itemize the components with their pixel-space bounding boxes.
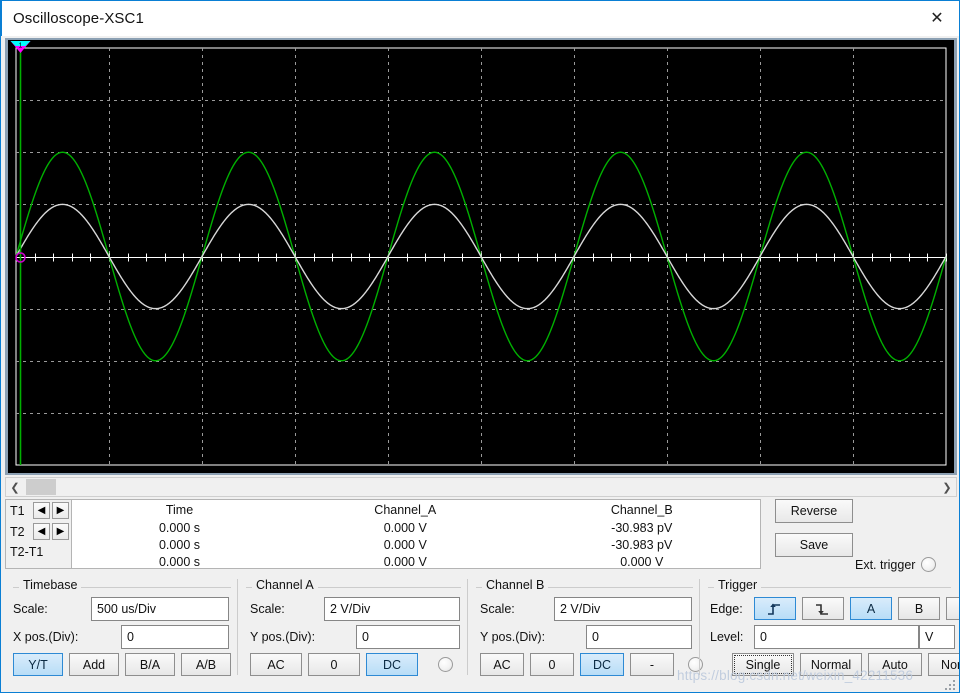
timebase-scale-input[interactable]: 500 us/Div — [91, 597, 229, 621]
column-header-channel-a: Channel_A — [374, 503, 437, 517]
channel-a-coupling-dc[interactable]: DC — [366, 653, 418, 676]
chevron-right-icon[interactable]: ❯ — [938, 478, 956, 496]
ext-trigger-terminal[interactable] — [921, 557, 937, 572]
cell-time: 0.000 s — [158, 537, 200, 552]
channel-b-invert[interactable]: - — [630, 653, 674, 676]
trigger-source-b[interactable]: B — [898, 597, 940, 620]
channel-b-scale-input[interactable]: 2 V/Div — [554, 597, 692, 621]
cursor-t1-label: T1 — [10, 503, 25, 518]
cursor-delta-label: T2-T1 — [10, 545, 44, 559]
cursor-time-controls: T1 ◀ ▶ T2 ◀ ▶ T2-T1 — [5, 499, 71, 569]
scrollbar-track[interactable] — [24, 478, 938, 496]
channel-b-coupling-dc[interactable]: DC — [580, 653, 624, 676]
ext-trigger-label: Ext. trigger — [855, 557, 916, 572]
table-row: 0.000 s 0.000 V -30.983 pV — [72, 519, 760, 536]
timebase-xpos-input[interactable]: 0 — [121, 625, 229, 649]
title-bar: Oscilloscope-XSC1 ✕ — [1, 0, 959, 36]
trigger-mode-auto[interactable]: Auto — [868, 653, 922, 676]
channel-a-panel: Channel A Scale: 2 V/Div Y pos.(Div): 0 … — [237, 578, 467, 676]
column-header-time: Time — [165, 503, 194, 517]
cursor-t2-right-button[interactable]: ▶ — [51, 523, 69, 540]
cursor-readout-area: T1 ◀ ▶ T2 ◀ ▶ T2-T1 Time Channel_A Chann… — [5, 499, 957, 575]
cursor-t2-label: T2 — [10, 524, 25, 539]
rising-edge-glyph — [768, 603, 780, 615]
trigger-mode-none[interactable]: None — [928, 653, 959, 676]
waveform-display-frame: 1 — [5, 38, 957, 475]
timebase-mode-yt[interactable]: Y/T — [13, 653, 63, 676]
resize-grip[interactable] — [945, 678, 957, 690]
cell-channel-a: 0.000 V — [383, 520, 427, 535]
timebase-scale-label: Scale: — [13, 602, 48, 616]
trigger-mode-normal[interactable]: Normal — [800, 653, 862, 676]
measurement-table: Time Channel_A Channel_B 0.000 s 0.000 V… — [71, 499, 761, 569]
trigger-title: Trigger — [714, 578, 762, 592]
channel-b-scale-label: Scale: — [480, 602, 515, 616]
falling-edge-glyph — [816, 603, 828, 615]
trigger-source-ext[interactable]: Ext — [946, 597, 959, 620]
channel-b-coupling-zero[interactable]: 0 — [530, 653, 574, 676]
cell-channel-b: -30.983 pV — [611, 520, 673, 535]
trigger-level-unit[interactable]: V — [919, 625, 955, 649]
timebase-xpos-label: X pos.(Div): — [13, 630, 79, 644]
trigger-source-a[interactable]: A — [850, 597, 892, 620]
timebase-title: Timebase — [19, 578, 82, 592]
channel-b-panel: Channel B Scale: 2 V/Div Y pos.(Div): 0 … — [467, 578, 703, 676]
falling-edge-icon[interactable] — [802, 597, 844, 620]
timebase-mode-add[interactable]: Add — [69, 653, 119, 676]
rising-edge-icon[interactable] — [754, 597, 796, 620]
trigger-panel: Trigger Edge: A B Ext — [699, 578, 959, 676]
horizontal-scrollbar[interactable]: ❮ ❯ — [5, 477, 957, 497]
channel-a-scale-input[interactable]: 2 V/Div — [324, 597, 460, 621]
table-row: 0.000 s 0.000 V 0.000 V — [72, 553, 760, 570]
channel-a-terminal[interactable] — [438, 657, 453, 672]
waveform-canvas: 1 — [10, 41, 947, 466]
cursor-t1-row: T1 ◀ ▶ — [10, 500, 71, 521]
waveform-display[interactable]: 1 — [8, 40, 954, 473]
cell-channel-b: -30.983 pV — [611, 537, 673, 552]
channel-a-coupling-ac[interactable]: AC — [250, 653, 302, 676]
cell-time: 0.000 s — [158, 520, 200, 535]
cursor-t1-right-button[interactable]: ▶ — [51, 502, 69, 519]
cursor-t2-left-button[interactable]: ◀ — [32, 523, 50, 540]
cell-channel-a: 0.000 V — [383, 554, 427, 569]
channel-b-ypos-label: Y pos.(Div): — [480, 630, 546, 644]
chevron-left-icon[interactable]: ❮ — [6, 478, 24, 496]
column-header-channel-b: Channel_B — [610, 503, 673, 517]
timebase-mode-ba[interactable]: B/A — [125, 653, 175, 676]
table-row: 0.000 s 0.000 V -30.983 pV — [72, 536, 760, 553]
trigger-level-label: Level: — [710, 630, 744, 644]
window-title: Oscilloscope-XSC1 — [13, 10, 144, 27]
scrollbar-thumb[interactable] — [26, 479, 56, 495]
cell-time: 0.000 s — [158, 554, 200, 569]
channel-a-title: Channel A — [252, 578, 318, 592]
svg-text:1: 1 — [19, 43, 23, 50]
trigger-level-input[interactable]: 0 — [754, 625, 919, 649]
oscilloscope-window: Oscilloscope-XSC1 ✕ 1 ❮ ❯ T1 ◀ ▶ T2 ◀ ▶ — [0, 0, 960, 693]
cursor-t2-row: T2 ◀ ▶ — [10, 521, 71, 542]
cell-channel-b: 0.000 V — [620, 554, 664, 569]
channel-b-coupling-ac[interactable]: AC — [480, 653, 524, 676]
cell-channel-a: 0.000 V — [383, 537, 427, 552]
trigger-mode-single[interactable]: Single — [732, 653, 794, 676]
control-panels: Timebase Scale: 500 us/Div X pos.(Div): … — [5, 578, 959, 689]
ext-trigger-indicator: Ext. trigger — [855, 557, 937, 572]
cursor-t1-left-button[interactable]: ◀ — [32, 502, 50, 519]
channel-a-coupling-zero[interactable]: 0 — [308, 653, 360, 676]
trigger-edge-label: Edge: — [710, 601, 743, 616]
channel-b-title: Channel B — [482, 578, 549, 592]
timebase-panel: Timebase Scale: 500 us/Div X pos.(Div): … — [5, 578, 237, 676]
channel-a-ypos-label: Y pos.(Div): — [250, 630, 316, 644]
reverse-button[interactable]: Reverse — [775, 499, 853, 523]
table-header-row: Time Channel_A Channel_B — [72, 502, 760, 519]
timebase-mode-ab[interactable]: A/B — [181, 653, 231, 676]
channel-b-ypos-input[interactable]: 0 — [586, 625, 692, 649]
save-button[interactable]: Save — [775, 533, 853, 557]
channel-a-scale-label: Scale: — [250, 602, 285, 616]
close-icon[interactable]: ✕ — [914, 1, 959, 35]
action-buttons: Reverse Save Ext. trigger — [775, 499, 959, 572]
channel-a-ypos-input[interactable]: 0 — [356, 625, 460, 649]
